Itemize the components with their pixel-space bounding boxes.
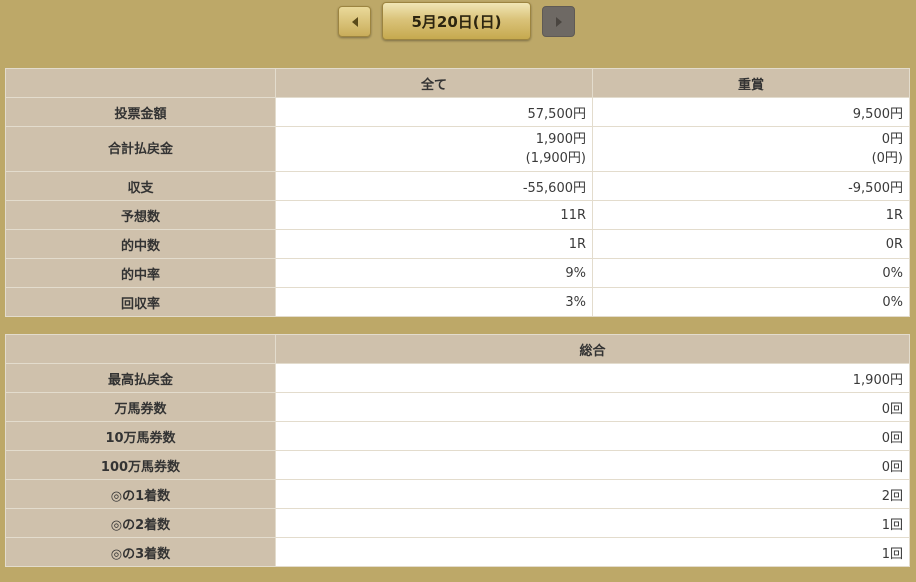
value-all: 1R: [275, 229, 593, 259]
row-label: 10万馬券数: [5, 421, 276, 451]
row-label: ◎の2着数: [5, 508, 276, 538]
table-row: ◎の3着数 1回: [5, 537, 910, 567]
summary-header-all: 全て: [275, 68, 593, 98]
table-row: ◎の1着数 2回: [5, 479, 910, 509]
value-graded: 0%: [592, 287, 910, 317]
triangle-left-icon: [351, 16, 358, 27]
value-all: 1,900円: [535, 132, 586, 147]
row-value: 2回: [275, 479, 910, 509]
value-all: -55,600円: [275, 171, 593, 201]
row-label: 的中率: [5, 258, 276, 288]
value-graded: 0%: [592, 258, 910, 288]
table-row: 回収率 3% 0%: [5, 287, 910, 317]
row-value: 0回: [275, 421, 910, 451]
table-row: 合計払戻金 1,900円 (1,900円) 0円 (0円): [5, 126, 910, 172]
summary-table: 全て 重賞 投票金額 57,500円 9,500円 合計払戻金 1,900円 (…: [5, 68, 910, 317]
value-all: 11R: [275, 200, 593, 230]
row-label: 予想数: [5, 200, 276, 230]
summary-header-graded: 重賞: [592, 68, 910, 98]
row-label: ◎の3着数: [5, 537, 276, 567]
value-graded: 0R: [592, 229, 910, 259]
value-graded: 9,500円: [592, 97, 910, 127]
value-all: 3%: [275, 287, 593, 317]
row-value: 0回: [275, 392, 910, 422]
value-graded-sub: (0円): [871, 151, 903, 166]
previous-day-button[interactable]: [338, 6, 371, 37]
value-graded-cell: 0円 (0円): [592, 126, 910, 172]
summary-header-row: 全て 重賞: [5, 68, 910, 98]
row-value: 0回: [275, 450, 910, 480]
table-row: 的中数 1R 0R: [5, 229, 910, 259]
value-all: 9%: [275, 258, 593, 288]
value-all: 57,500円: [275, 97, 593, 127]
table-row: 100万馬券数 0回: [5, 450, 910, 480]
row-label: 100万馬券数: [5, 450, 276, 480]
row-label: 万馬券数: [5, 392, 276, 422]
row-label: 回収率: [5, 287, 276, 317]
totals-header: 総合: [275, 334, 910, 364]
row-label: 投票金額: [5, 97, 276, 127]
totals-header-blank: [5, 334, 276, 364]
table-row: 万馬券数 0回: [5, 392, 910, 422]
totals-table: 総合 最高払戻金 1,900円 万馬券数 0回 10万馬券数 0回 100万馬券…: [5, 334, 910, 567]
totals-header-row: 総合: [5, 334, 910, 364]
table-row: ◎の2着数 1回: [5, 508, 910, 538]
value-all-sub: (1,900円): [525, 151, 586, 166]
summary-header-blank: [5, 68, 276, 98]
row-label: 収支: [5, 171, 276, 201]
table-row: 予想数 11R 1R: [5, 200, 910, 230]
row-label: 最高払戻金: [5, 363, 276, 393]
table-row: 的中率 9% 0%: [5, 258, 910, 288]
table-row: 10万馬券数 0回: [5, 421, 910, 451]
current-date-label: 5月20日(日): [382, 2, 531, 40]
date-navigation: 5月20日(日): [0, 2, 916, 42]
table-row: 最高払戻金 1,900円: [5, 363, 910, 393]
value-all-cell: 1,900円 (1,900円): [275, 126, 593, 172]
value-graded: 1R: [592, 200, 910, 230]
table-row: 投票金額 57,500円 9,500円: [5, 97, 910, 127]
table-row: 収支 -55,600円 -9,500円: [5, 171, 910, 201]
row-value: 1,900円: [275, 363, 910, 393]
value-graded: 0円: [881, 132, 903, 147]
value-graded: -9,500円: [592, 171, 910, 201]
row-label: ◎の1着数: [5, 479, 276, 509]
row-value: 1回: [275, 508, 910, 538]
row-label: 合計払戻金: [5, 126, 276, 172]
next-day-button[interactable]: [542, 6, 575, 37]
row-value: 1回: [275, 537, 910, 567]
triangle-right-icon: [555, 16, 562, 27]
row-label: 的中数: [5, 229, 276, 259]
